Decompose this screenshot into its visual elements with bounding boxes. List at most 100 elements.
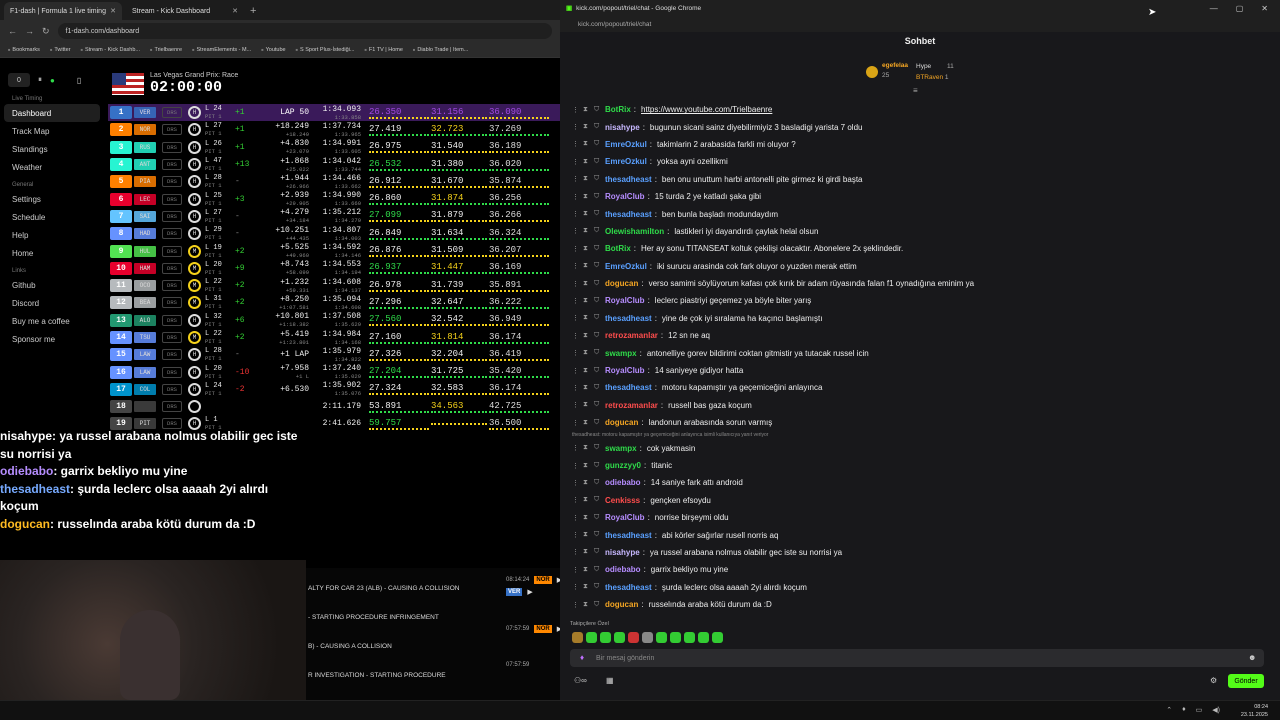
emoji-icon[interactable]: ☻ [1248,653,1256,662]
chevron-up-icon[interactable]: ⌃ [1166,706,1172,714]
chat-username[interactable]: nisahype [605,548,640,557]
hourglass-icon[interactable]: ⧗ [583,496,591,504]
team-radio-item[interactable]: 08:14:24 NOR ▶ [506,576,560,584]
chat-username[interactable]: thesadheast [605,531,652,540]
pin-icon[interactable]: ⋮ [572,384,580,392]
forward-icon[interactable]: → [25,26,34,36]
chat-username[interactable]: gunzzyy0 [605,461,641,470]
emote-icon[interactable] [698,632,709,643]
chat-username[interactable]: thesadheast [605,314,652,323]
table-row[interactable]: 17 COL DRS H L 24 PIT 1 -2 +6.530 1:35.902 1:35.0… [108,381,560,398]
hourglass-icon[interactable]: ⧗ [583,140,591,148]
team-radio-item[interactable]: 07:57:59 NOR ▶ [506,625,560,633]
hourglass-icon[interactable]: ⧗ [583,531,591,539]
pin-icon[interactable]: ⋮ [572,245,580,253]
chat-username[interactable]: thesadheast [605,175,652,184]
table-row[interactable]: 15 LAW DRS H L 28 PIT 1- +1 LAP 1:35.979 1:34.82… [108,346,560,363]
close-icon[interactable]: ✕ [110,7,116,15]
pin-icon[interactable]: ⋮ [572,227,580,235]
pin-icon[interactable]: ⋮ [572,419,580,427]
close-icon[interactable]: ✕ [232,7,238,15]
chat-username[interactable]: EmreOzkul [605,140,647,149]
play-icon[interactable]: ▶ [527,588,532,596]
chat-username[interactable]: BotRix [605,244,631,253]
pin-icon[interactable]: ⋮ [572,444,580,452]
hourglass-icon[interactable]: ⧗ [583,227,591,235]
pin-icon[interactable]: ⋮ [572,262,580,270]
table-row[interactable]: 18 DRS 2:11.179 53.891 34.563 42.725 [108,398,560,415]
pin-icon[interactable]: ⋮ [572,280,580,288]
tab-kick-dashboard[interactable]: Stream - Kick Dashboard ✕ [126,2,244,20]
chat-username[interactable]: retrozamanlar [605,331,658,340]
table-row[interactable]: 10 HAM DRS M L 20 PIT 1 +9 +8.743 +58.099 1:34.55… [108,260,560,277]
chat-username[interactable]: swampx [605,444,637,453]
hourglass-icon[interactable]: ⧗ [583,384,591,392]
hourglass-icon[interactable]: ⧗ [583,601,591,609]
hourglass-icon[interactable]: ⧗ [583,514,591,522]
chat-username[interactable]: odiebabo [605,478,641,487]
pin-icon[interactable]: ⋮ [572,479,580,487]
settings-icon[interactable]: ⚙ [1210,676,1217,685]
hourglass-icon[interactable]: ⧗ [583,280,591,288]
pin-icon[interactable]: ⋮ [572,175,580,183]
table-row[interactable]: 11 OCO DRS M L 22 PIT 1 +2 +1.232 +59.331 1:34.60… [108,277,560,294]
mic-icon[interactable]: ♦ [1182,706,1186,714]
chat-input[interactable]: Bir mesaj gönderin [570,649,1264,667]
bookmark-item[interactable]: Trielbaenre [150,47,182,53]
hourglass-icon[interactable]: ⧗ [583,332,591,340]
hourglass-icon[interactable]: ⧗ [583,193,591,201]
pin-icon[interactable]: ⋮ [572,583,580,591]
hourglass-icon[interactable]: ⧗ [583,548,591,556]
hourglass-icon[interactable]: ⧗ [583,479,591,487]
hourglass-icon[interactable]: ⧗ [583,123,591,131]
hourglass-icon[interactable]: ⧗ [583,158,591,166]
mic-icon[interactable]: ♦ [580,653,584,662]
chat-username[interactable]: RoyalClub [605,366,645,375]
reload-icon[interactable]: ↻ [42,26,50,37]
table-row[interactable]: 12 BEA DRS M L 31 PIT 1 +2 +8.250 +1:07.581 1:35.… [108,294,560,311]
table-row[interactable]: 5 PIA DRS H L 28 PIT 1- +1.944 +26.966 1:34.466 1… [108,173,560,190]
chat-username[interactable]: Cenkisss [605,496,640,505]
new-tab-button[interactable]: + [244,2,262,20]
sidebar-item-help[interactable]: Help [0,226,104,244]
team-radio-item[interactable]: 07:57:59 [506,662,529,668]
hourglass-icon[interactable]: ⧗ [583,106,591,114]
pin-icon[interactable]: ⋮ [572,566,580,574]
tab-f1-dash[interactable]: F1-dash | Formula 1 live timing ✕ [4,2,122,20]
emote-icon[interactable] [572,632,583,643]
pin-icon[interactable]: ⋮ [572,332,580,340]
minimize-icon[interactable]: — [1210,4,1218,13]
pin-icon[interactable]: ⋮ [572,193,580,201]
pin-icon[interactable]: ⋮ [572,314,580,322]
pause-icon[interactable]: ⏸ [38,75,42,85]
pin-icon[interactable]: ⋮ [572,401,580,409]
hourglass-icon[interactable]: ⧗ [583,297,591,305]
pin-icon[interactable]: ⋮ [572,462,580,470]
sidebar-item-sponsor-me[interactable]: Sponsor me [0,330,104,348]
maximize-icon[interactable]: ▢ [1236,4,1244,13]
chat-username[interactable]: RoyalClub [605,296,645,305]
calendar-icon[interactable]: ▦ [606,676,614,685]
send-button[interactable]: Gönder [1228,674,1264,688]
chat-username[interactable]: odiebabo [605,565,641,574]
delay-counter[interactable]: 0 [8,73,30,87]
sidebar-item-buy-me-a-coffee[interactable]: Buy me a coffee [0,312,104,330]
table-row[interactable]: 6 LEC DRS H L 25 PIT 1 +3 +2.939 +29.905 1:34.990… [108,190,560,207]
chat-username[interactable]: dogucan [605,279,638,288]
hourglass-icon[interactable]: ⧗ [583,349,591,357]
chat-username[interactable]: RoyalClub [605,192,645,201]
chat-username[interactable]: nisahype [605,123,640,132]
pin-icon[interactable]: ⋮ [572,496,580,504]
chat-username[interactable]: dogucan [605,418,638,427]
volume-icon[interactable]: ◀) [1212,706,1220,714]
hourglass-icon[interactable]: ⧗ [583,210,591,218]
pin-icon[interactable]: ≡ [913,86,918,95]
emote-icon[interactable] [656,632,667,643]
emote-icon[interactable] [600,632,611,643]
table-row[interactable]: 16 LAW DRS H L 20 PIT 1 -10 +7.958 +1 L 1:37.240 1… [108,363,560,380]
table-row[interactable]: 1 VER DRS H L 24 PIT 1 +1 LAP 50 1:34.093 1:33.85… [108,104,560,122]
sidebar-item-home[interactable]: Home [0,244,104,262]
table-row[interactable]: 9 HUL DRS M L 19 PIT 1 +2 +5.525 +49.960 1:34.592… [108,242,560,259]
clock[interactable]: 08:24 23.11.2025 [1241,703,1268,719]
emote-icon[interactable] [628,632,639,643]
